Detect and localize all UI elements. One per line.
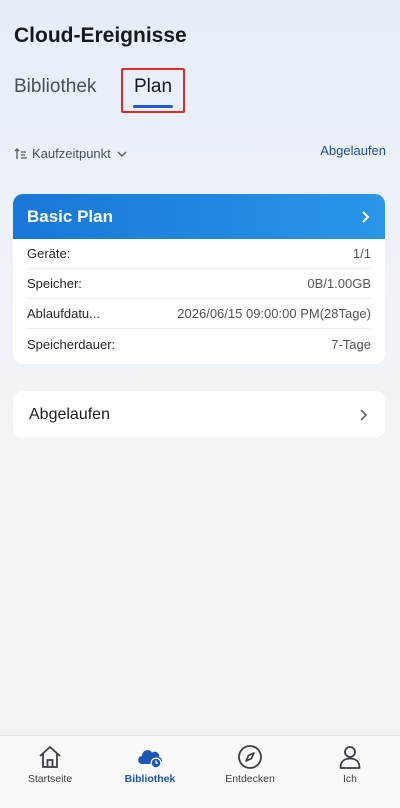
nav-label: Ich [342,773,357,785]
sort-label: Kaufzeitpunkt [32,146,111,161]
chevron-down-icon [117,151,127,157]
expired-plans-button[interactable]: Abgelaufen [13,391,385,438]
chevron-right-icon [360,408,368,421]
compass-icon [238,745,262,769]
active-tab-indicator [133,105,173,108]
nav-item-startseite[interactable]: Startseite [0,736,100,808]
row-value: 1/1 [352,246,371,261]
plan-name: Basic Plan [27,206,113,226]
nav-item-entdecken[interactable]: Entdecken [200,736,300,808]
tab-bibliothek[interactable]: Bibliothek [14,76,96,98]
expired-link[interactable]: Abgelaufen [320,143,386,158]
plan-details: Geräte: 1/1 Speicher: 0B/1.00GB Ablaufda… [13,239,385,359]
home-icon [39,746,61,768]
person-icon [339,746,361,769]
nav-label: Startseite [27,773,73,785]
cloud-library-icon [138,750,162,769]
row-value: 0B/1.00GB [307,276,371,291]
row-label: Speicherdauer: [27,336,116,352]
plan-header[interactable]: Basic Plan [13,194,385,239]
row-value: 2026/06/15 09:00:00 PM(28Tage) [177,306,371,321]
row-label: Ablaufdatu... [27,306,100,321]
plan-row-retention: Speicherdauer: 7-Tage [27,329,371,359]
nav-item-bibliothek[interactable]: Bibliothek [100,736,200,808]
nav-label: Entdecken [225,773,275,785]
tab-plan[interactable]: Plan [121,68,185,113]
tab-bar: Bibliothek Plan [14,68,185,113]
tab-plan-label: Plan [133,76,173,97]
sort-icon [14,147,27,159]
page-title: Cloud-Ereignisse [14,24,187,47]
expired-plans-label: Abgelaufen [29,405,110,423]
nav-item-ich[interactable]: Ich [300,736,400,808]
chevron-right-icon [362,210,370,223]
plan-row-storage: Speicher: 0B/1.00GB [27,269,371,299]
plan-card[interactable]: Basic Plan Geräte: 1/1 Speicher: 0B/1.00… [13,194,385,364]
row-value: 7-Tage [331,336,371,352]
row-label: Speicher: [27,276,82,291]
sort-dropdown[interactable]: Kaufzeitpunkt [14,146,131,161]
nav-label: Bibliothek [124,773,176,785]
plan-row-devices: Geräte: 1/1 [27,239,371,269]
bottom-navigation: Startseite Bibliothek Entdecken Ich [0,735,400,808]
row-label: Geräte: [27,246,71,261]
plan-row-expiry: Ablaufdatu... 2026/06/15 09:00:00 PM(28T… [27,299,371,329]
